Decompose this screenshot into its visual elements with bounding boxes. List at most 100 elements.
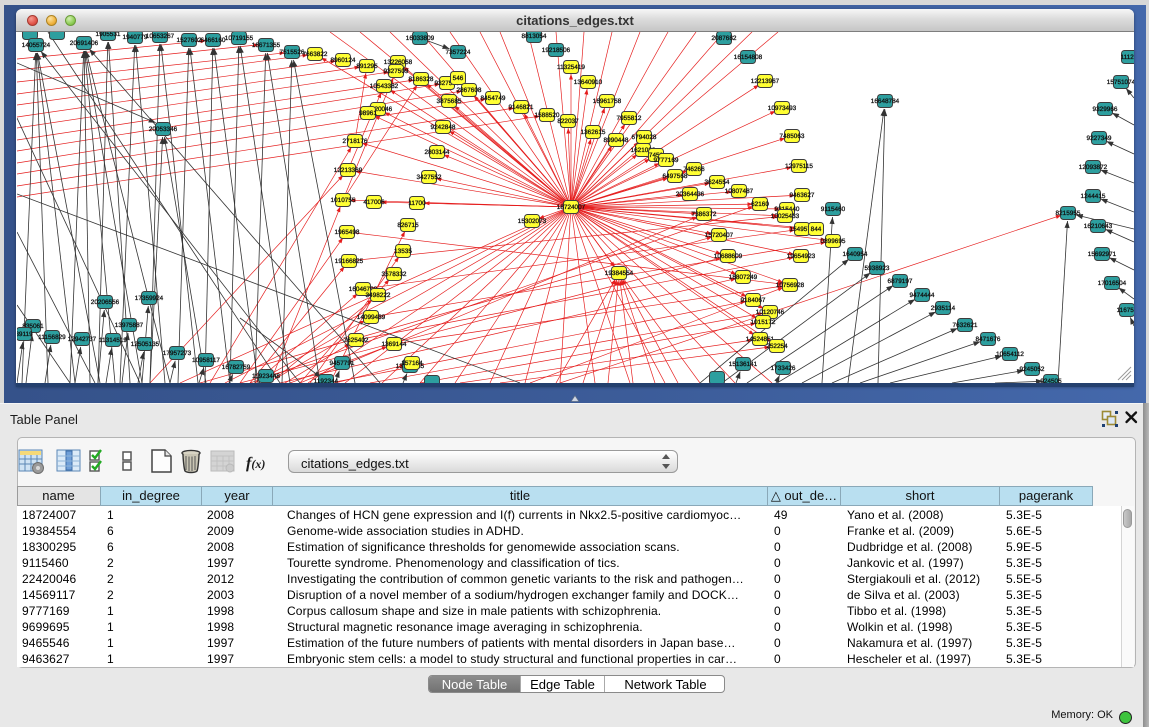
svg-text:16961758: 16961758 bbox=[593, 98, 622, 105]
svg-text:2867608: 2867608 bbox=[457, 87, 482, 94]
svg-text:16033809: 16033809 bbox=[406, 35, 435, 42]
svg-text:10973493: 10973493 bbox=[768, 105, 797, 112]
svg-text:20206556: 20206556 bbox=[91, 299, 120, 306]
svg-text:14055724: 14055724 bbox=[22, 42, 51, 49]
svg-text:11123: 11123 bbox=[1121, 54, 1134, 61]
svg-text:844: 844 bbox=[811, 226, 822, 233]
svg-text:12975115: 12975115 bbox=[785, 163, 813, 170]
svg-text:0899695: 0899695 bbox=[821, 238, 846, 245]
svg-text:15720407: 15720407 bbox=[705, 232, 734, 239]
svg-text:1362615: 1362615 bbox=[581, 129, 606, 136]
svg-text:18724007: 18724007 bbox=[557, 204, 586, 211]
svg-text:16648784: 16648784 bbox=[871, 98, 900, 105]
svg-text:11923448: 11923448 bbox=[252, 373, 280, 380]
svg-text:6497568: 6497568 bbox=[663, 173, 688, 180]
svg-text:10653267: 10653267 bbox=[146, 33, 175, 40]
svg-text:39119: 39119 bbox=[17, 331, 33, 338]
svg-text:746266: 746266 bbox=[683, 166, 705, 173]
svg-text:7485063: 7485063 bbox=[780, 133, 805, 140]
svg-text:19218506: 19218506 bbox=[542, 47, 571, 54]
svg-text:8813054: 8813054 bbox=[522, 33, 547, 40]
svg-text:3875685: 3875685 bbox=[437, 98, 462, 105]
svg-text:9463627: 9463627 bbox=[790, 192, 815, 199]
svg-text:826715: 826715 bbox=[397, 222, 419, 229]
svg-text:3498222: 3498222 bbox=[366, 292, 391, 299]
svg-text:13535: 13535 bbox=[394, 248, 412, 255]
svg-text:1527602: 1527602 bbox=[177, 37, 202, 44]
svg-text:8215955: 8215955 bbox=[1056, 210, 1081, 217]
svg-text:9242848: 9242848 bbox=[431, 124, 456, 131]
svg-text:1940779: 1940779 bbox=[123, 34, 148, 41]
svg-text:19654923: 19654923 bbox=[787, 253, 816, 260]
svg-text:1015172: 1015172 bbox=[751, 319, 776, 326]
svg-text:11314519: 11314519 bbox=[99, 337, 127, 344]
svg-text:116753: 116753 bbox=[1117, 307, 1134, 314]
svg-text:18807249: 18807249 bbox=[729, 274, 758, 281]
svg-text:f(x): f(x) bbox=[246, 455, 265, 472]
svg-text:12942737: 12942737 bbox=[68, 336, 97, 343]
svg-text:3578332: 3578332 bbox=[382, 271, 407, 278]
svg-text:12213369: 12213369 bbox=[334, 167, 363, 174]
svg-text:16671355: 16671355 bbox=[252, 42, 281, 49]
svg-text:252254: 252254 bbox=[766, 343, 788, 350]
svg-text:9227349: 9227349 bbox=[1087, 135, 1112, 142]
svg-text:417006: 417006 bbox=[363, 199, 385, 206]
svg-text:7625402: 7625402 bbox=[344, 337, 369, 344]
svg-text:13975887: 13975887 bbox=[115, 322, 144, 329]
svg-text:8186328: 8186328 bbox=[409, 76, 434, 83]
svg-text:11700: 11700 bbox=[408, 200, 426, 207]
svg-text:7663822: 7663822 bbox=[303, 51, 328, 58]
svg-text:10719155: 10719155 bbox=[225, 35, 254, 42]
svg-text:14099489: 14099489 bbox=[357, 314, 386, 321]
svg-text:1588520: 1588520 bbox=[535, 112, 560, 119]
svg-text:9777169: 9777169 bbox=[654, 157, 679, 164]
svg-text:10025433: 10025433 bbox=[771, 213, 800, 220]
svg-text:1369144: 1369144 bbox=[382, 341, 407, 348]
svg-text:8990448: 8990448 bbox=[604, 137, 629, 144]
svg-text:10654112: 10654112 bbox=[996, 351, 1024, 358]
svg-text:17016504: 17016504 bbox=[1098, 280, 1127, 287]
svg-text:10756928: 10756928 bbox=[776, 282, 805, 289]
svg-text:1640954: 1640954 bbox=[843, 251, 868, 258]
svg-text:20053346: 20053346 bbox=[149, 126, 178, 133]
svg-text:822037: 822037 bbox=[557, 118, 579, 125]
svg-text:6466160: 6466160 bbox=[201, 37, 226, 44]
svg-text:12093872: 12093872 bbox=[1079, 164, 1108, 171]
svg-text:1244415: 1244415 bbox=[1081, 193, 1106, 200]
svg-text:98961: 98961 bbox=[359, 110, 377, 117]
svg-text:9329966: 9329966 bbox=[1093, 106, 1118, 113]
svg-text:11325419: 11325419 bbox=[557, 64, 585, 71]
svg-text:7632621: 7632621 bbox=[953, 322, 978, 329]
svg-text:16154808: 16154808 bbox=[734, 54, 763, 61]
svg-text:9245052: 9245052 bbox=[1020, 366, 1045, 373]
svg-text:13640910: 13640910 bbox=[574, 79, 603, 86]
svg-text:157164: 157164 bbox=[401, 360, 423, 367]
svg-text:10958117: 10958117 bbox=[192, 357, 220, 364]
svg-text:6879197: 6879197 bbox=[888, 278, 913, 285]
svg-text:2087682: 2087682 bbox=[712, 35, 737, 42]
svg-text:9184067: 9184067 bbox=[741, 297, 766, 304]
svg-text:16210643: 16210643 bbox=[1084, 223, 1113, 230]
svg-text:9115460: 9115460 bbox=[821, 206, 846, 213]
svg-text:1905531: 1905531 bbox=[96, 32, 121, 38]
svg-text:10688609: 10688609 bbox=[714, 253, 743, 260]
svg-text:12213967: 12213967 bbox=[751, 78, 780, 85]
svg-text:17359924: 17359924 bbox=[135, 295, 164, 302]
svg-text:2935114: 2935114 bbox=[931, 305, 956, 312]
svg-text:2803144: 2803144 bbox=[425, 149, 450, 156]
svg-text:3624554: 3624554 bbox=[705, 179, 730, 186]
svg-text:62160: 62160 bbox=[751, 201, 769, 208]
svg-text:9327509: 9327509 bbox=[384, 68, 409, 75]
svg-text:1010755: 1010755 bbox=[331, 197, 356, 204]
svg-text:1965498: 1965498 bbox=[335, 229, 360, 236]
svg-text:15136141: 15136141 bbox=[729, 361, 758, 368]
svg-text:7515526: 7515526 bbox=[280, 49, 305, 56]
svg-text:1733426: 1733426 bbox=[771, 365, 796, 372]
svg-text:7955812: 7955812 bbox=[617, 115, 642, 122]
svg-text:9457791: 9457791 bbox=[330, 360, 355, 367]
svg-text:7386372: 7386372 bbox=[692, 211, 717, 218]
svg-text:5938923: 5938923 bbox=[865, 265, 890, 272]
svg-text:8960124: 8960124 bbox=[331, 57, 356, 64]
svg-text:3427552: 3427552 bbox=[417, 174, 442, 181]
svg-text:10543382: 10543382 bbox=[370, 83, 399, 90]
